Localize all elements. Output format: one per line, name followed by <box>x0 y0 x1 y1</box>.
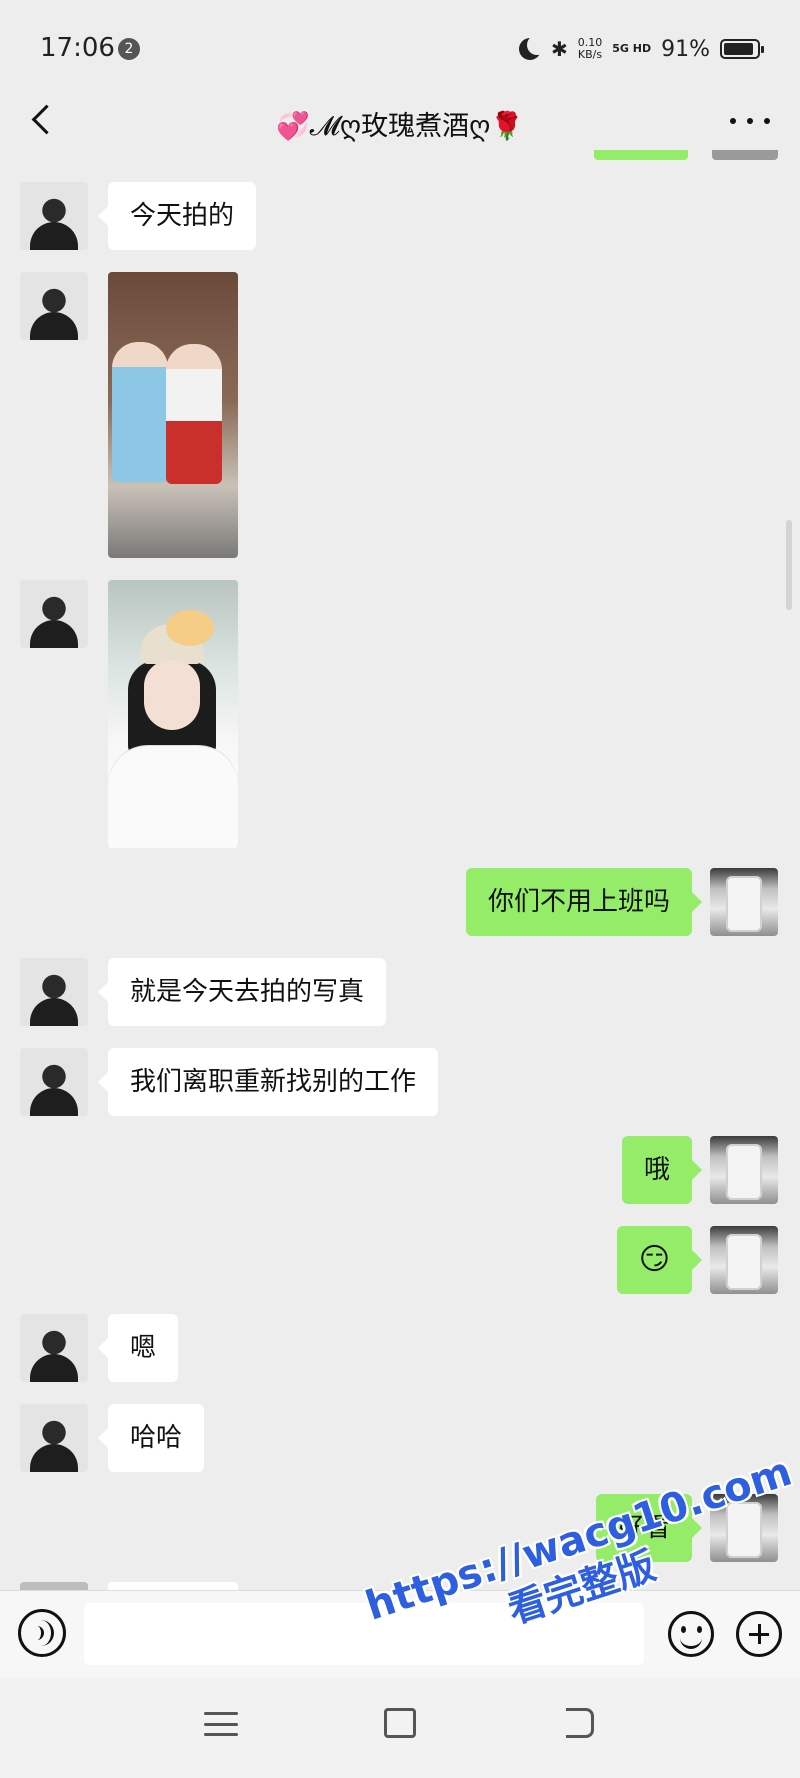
status-bar: 17:06 2 ✱ 0.10 KB/s 5G HD 91% <box>0 0 800 100</box>
more-dots-icon <box>747 118 753 124</box>
voice-icon[interactable] <box>18 1609 66 1657</box>
notification-badge: 2 <box>118 38 140 60</box>
more-dots-icon <box>730 118 736 124</box>
contact-avatar[interactable] <box>20 958 88 1026</box>
bluetooth-icon: ✱ <box>550 37 568 61</box>
battery-percent: 91% <box>661 36 710 62</box>
message-bubble[interactable]: 就是今天去拍的写真 <box>97 958 387 1026</box>
partial-message-bubble <box>594 150 688 160</box>
self-avatar[interactable] <box>710 1226 778 1294</box>
self-avatar[interactable] <box>710 868 778 936</box>
message-image[interactable] <box>108 580 238 848</box>
message-image[interactable] <box>108 272 238 558</box>
signal-icon: 5G HD <box>612 42 652 55</box>
message-bubble[interactable]: 哦 <box>621 1136 703 1204</box>
menu-line-icon <box>204 1722 238 1726</box>
contact-avatar[interactable] <box>20 1404 88 1472</box>
message-bubble[interactable]: 嗯 <box>97 1314 179 1382</box>
battery-icon <box>720 39 764 59</box>
chat-message-list[interactable]: 今天拍的 你们不用上班吗 就是今天去拍的写真 我们离职重新找别的工作 哦 😏 嗯… <box>0 150 800 1590</box>
battery-fill <box>724 43 754 55</box>
photo-face <box>144 660 200 730</box>
recent-apps-button[interactable] <box>204 1712 238 1736</box>
home-button[interactable] <box>384 1708 416 1738</box>
photo-figure <box>166 344 222 484</box>
scrollbar-thumb[interactable] <box>786 520 792 610</box>
chat-title: 💞𝓜ღ玫瑰煮酒ღ🌹 <box>276 111 524 142</box>
self-avatar[interactable] <box>710 1136 778 1204</box>
menu-line-icon <box>204 1712 238 1715</box>
contact-avatar[interactable] <box>20 182 88 250</box>
status-icons: ✱ 0.10 KB/s 5G HD 91% <box>518 34 764 64</box>
do-not-disturb-icon <box>518 35 547 60</box>
message-bubble[interactable]: 你们不用上班吗 <box>465 868 703 936</box>
emoji-icon[interactable] <box>668 1611 714 1657</box>
more-dots-icon <box>764 118 770 124</box>
partial-message-bubble <box>108 1582 238 1590</box>
chat-header: 💞𝓜ღ玫瑰煮酒ღ🌹 <box>0 90 800 150</box>
contact-avatar[interactable] <box>20 272 88 340</box>
message-bubble[interactable]: 我们离职重新找别的工作 <box>97 1048 439 1116</box>
contact-avatar[interactable] <box>20 1048 88 1116</box>
message-bubble[interactable]: 哈哈 <box>97 1404 205 1472</box>
system-back-button[interactable] <box>566 1708 594 1738</box>
status-time: 17:06 <box>40 33 115 63</box>
photo-figure <box>112 342 168 482</box>
message-bubble[interactable]: 今天拍的 <box>97 182 257 250</box>
contact-avatar[interactable] <box>20 580 88 648</box>
network-speed: 0.10 KB/s <box>578 37 603 61</box>
message-emoji-bubble[interactable]: 😏 <box>616 1226 703 1294</box>
bear-sticker-icon <box>166 610 214 646</box>
partial-avatar <box>712 150 778 160</box>
menu-line-icon <box>204 1733 238 1736</box>
network-speed-unit: KB/s <box>577 48 603 61</box>
system-navigation-bar <box>0 1678 800 1778</box>
plus-icon[interactable] <box>736 1611 782 1657</box>
contact-avatar[interactable] <box>20 1314 88 1382</box>
photo-shirt <box>108 746 238 848</box>
partial-avatar <box>20 1582 88 1590</box>
more-options-button[interactable] <box>730 106 770 136</box>
